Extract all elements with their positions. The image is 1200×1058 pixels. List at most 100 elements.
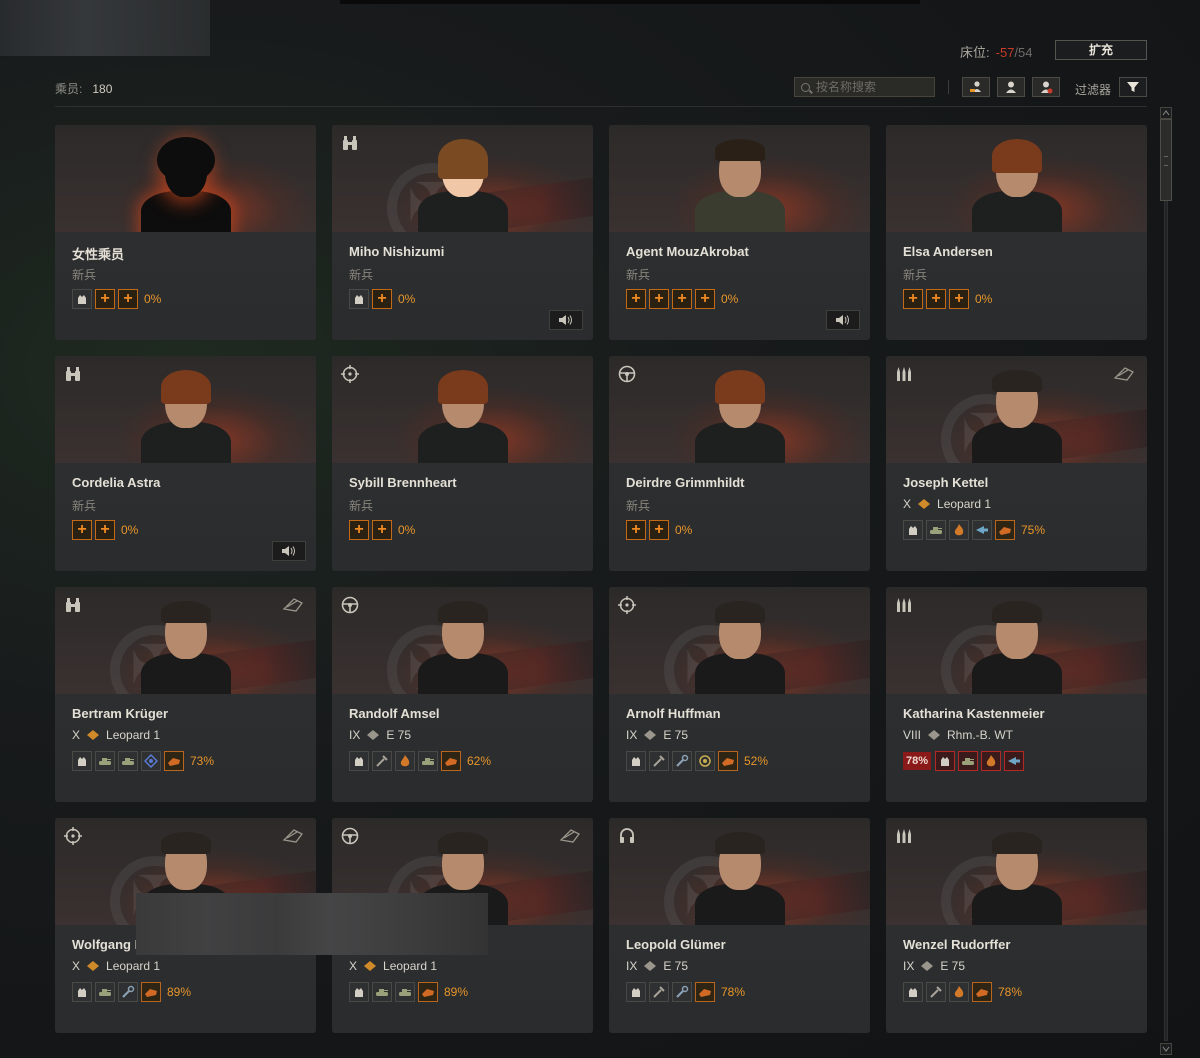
fire-icon[interactable] (949, 520, 969, 540)
tank-skill-icon[interactable] (118, 751, 138, 771)
brotherhood-icon[interactable] (349, 982, 369, 1002)
repair-icon[interactable] (649, 751, 669, 771)
brotherhood-icon[interactable] (626, 982, 646, 1002)
crew-name: Wenzel Rudorffer (903, 937, 1011, 952)
crew-card[interactable]: Katharina Kastenmeier VIII Rhm.-B. WT 78% (886, 587, 1147, 802)
tank-skill-icon[interactable] (958, 751, 979, 771)
tank-skill-icon[interactable] (372, 982, 392, 1002)
crew-card[interactable]: Agent MouzAkrobat 新兵 + + + +0% (609, 125, 870, 340)
wrench-icon[interactable] (118, 982, 138, 1002)
brotherhood-icon[interactable] (72, 751, 92, 771)
brotherhood-icon[interactable] (935, 751, 956, 771)
training-skill-icon[interactable] (972, 982, 992, 1002)
training-skill-icon[interactable] (418, 982, 438, 1002)
brotherhood-icon[interactable] (349, 289, 369, 309)
new-skill-button[interactable]: + (372, 520, 392, 540)
crew-card[interactable]: Cordelia Astra 新兵 + +0% (55, 356, 316, 571)
new-skill-button[interactable]: + (372, 289, 392, 309)
new-skill-button[interactable]: + (649, 520, 669, 540)
brotherhood-icon[interactable] (349, 751, 369, 771)
expand-berth-button[interactable]: 扩充 (1055, 40, 1147, 60)
avatar-body (972, 191, 1062, 232)
top-strip (340, 0, 920, 4)
brotherhood-icon[interactable] (903, 982, 923, 1002)
training-skill-icon[interactable] (995, 520, 1015, 540)
arrow-skill-icon[interactable] (972, 520, 992, 540)
crew-card[interactable]: Wenzel Rudorffer IX E 75 78% (886, 818, 1147, 1033)
crew-card[interactable]: Joseph Kettel X Leopard 1 75% (886, 356, 1147, 571)
tank-skill-icon[interactable] (418, 751, 438, 771)
new-skill-button[interactable]: + (626, 289, 646, 309)
avatar-hair (992, 370, 1042, 392)
new-skill-button[interactable]: + (672, 289, 692, 309)
new-skill-button[interactable]: + (72, 520, 92, 540)
training-skill-icon[interactable] (441, 751, 461, 771)
voice-preview-button[interactable] (272, 541, 306, 561)
new-skill-button[interactable]: + (695, 289, 715, 309)
crew-name: Randolf Amsel (349, 706, 440, 721)
binoculars-icon (63, 595, 83, 615)
fire-icon[interactable] (395, 751, 415, 771)
crew-card[interactable]: Leopold Glümer IX E 75 78% (609, 818, 870, 1033)
vehicle-class-icon (362, 960, 378, 972)
wrench-icon[interactable] (672, 751, 692, 771)
training-skill-icon[interactable] (718, 751, 738, 771)
crew-card[interactable]: Deirdre Grimmhildt 新兵 + +0% (609, 356, 870, 571)
crew-skills: 62% (349, 751, 491, 771)
repair-icon[interactable] (926, 982, 946, 1002)
crew-portrait (332, 125, 593, 232)
arrow-skill-icon[interactable] (1004, 751, 1025, 771)
search-input[interactable] (816, 80, 931, 94)
scrollbar[interactable] (1160, 107, 1172, 1055)
new-skill-button[interactable]: + (95, 520, 115, 540)
scroll-up-button[interactable] (1160, 107, 1172, 119)
crew-card[interactable]: Miho Nishizumi 新兵 +0% (332, 125, 593, 340)
speaker-icon (282, 546, 295, 556)
new-skill-button[interactable]: + (95, 289, 115, 309)
fire-icon[interactable] (949, 982, 969, 1002)
new-skill-button[interactable]: + (626, 520, 646, 540)
crew-card[interactable]: Bertram Krüger X Leopard 1 73% (55, 587, 316, 802)
search-box[interactable] (794, 77, 935, 97)
filter-dismissed-button[interactable] (1032, 77, 1060, 97)
wrench-icon[interactable] (672, 982, 692, 1002)
filter-button[interactable] (1119, 77, 1147, 97)
crew-name: Elsa Andersen (903, 244, 993, 259)
scroll-down-button[interactable] (1160, 1043, 1172, 1055)
target-skill-icon[interactable] (695, 751, 715, 771)
tank-skill-icon[interactable] (395, 982, 415, 1002)
scroll-thumb[interactable] (1160, 119, 1172, 201)
new-skill-button[interactable]: + (349, 520, 369, 540)
tank-skill-icon[interactable] (95, 982, 115, 1002)
filter-in-tank-button[interactable] (962, 77, 990, 97)
crew-card[interactable]: Sybill Brennheart 新兵 + +0% (332, 356, 593, 571)
new-skill-button[interactable]: + (649, 289, 669, 309)
brotherhood-icon[interactable] (72, 982, 92, 1002)
scroll-track[interactable] (1164, 121, 1168, 1041)
new-skill-button[interactable]: + (118, 289, 138, 309)
new-skill-button[interactable]: + (926, 289, 946, 309)
tank-skill-icon[interactable] (95, 751, 115, 771)
vehicle-tier: IX (626, 959, 638, 973)
brotherhood-icon[interactable] (626, 751, 646, 771)
crew-card[interactable]: 女性乘员 新兵 + +0% (55, 125, 316, 340)
tank-skill-icon[interactable] (926, 520, 946, 540)
training-skill-icon[interactable] (141, 982, 161, 1002)
training-skill-icon[interactable] (695, 982, 715, 1002)
repair-icon[interactable] (649, 982, 669, 1002)
crew-card[interactable]: Arnolf Huffman IX E 75 52% (609, 587, 870, 802)
fire-icon[interactable] (981, 751, 1002, 771)
new-skill-button[interactable]: + (949, 289, 969, 309)
repair-icon[interactable] (372, 751, 392, 771)
brotherhood-icon[interactable] (72, 289, 92, 309)
training-skill-icon[interactable] (164, 751, 184, 771)
voice-preview-button[interactable] (826, 310, 860, 330)
vehicle-tier: IX (349, 728, 361, 742)
new-skill-button[interactable]: + (903, 289, 923, 309)
radio-skill-icon[interactable] (141, 751, 161, 771)
crew-card[interactable]: Elsa Andersen 新兵 + + +0% (886, 125, 1147, 340)
filter-in-barracks-button[interactable] (997, 77, 1025, 97)
brotherhood-icon[interactable] (903, 520, 923, 540)
voice-preview-button[interactable] (549, 310, 583, 330)
crew-card[interactable]: Randolf Amsel IX E 75 62% (332, 587, 593, 802)
